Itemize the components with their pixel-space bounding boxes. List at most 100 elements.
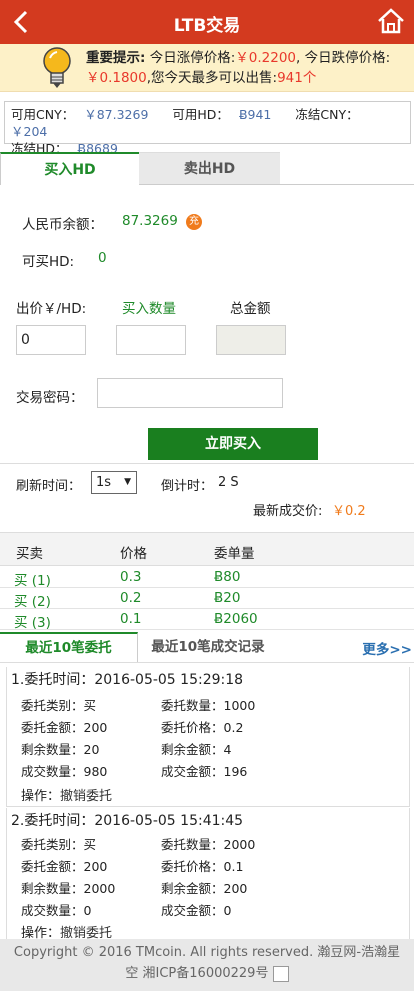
record-price-label: 委托价格： <box>161 720 224 735</box>
available-hd-value: Ƀ941 <box>238 107 272 122</box>
record-deal-qty: 0 <box>83 903 92 918</box>
record-remain-amount-label: 剩余金额： <box>161 742 224 757</box>
refresh-interval-value: 1s <box>96 475 112 490</box>
record-remain-qty-label: 剩余数量： <box>21 742 84 757</box>
rmb-balance-value: 87.3269 <box>122 213 178 229</box>
footer-copyright: Copyright © 2016 TMcoin. All rights rese… <box>13 945 401 981</box>
record-deal-amount: 0 <box>223 903 232 918</box>
tab-buy[interactable]: 买入HD <box>0 152 139 185</box>
frozen-cny-label: 冻结CNY： <box>295 107 359 122</box>
orderbook-header: 买卖 价格 委单量 <box>0 532 414 566</box>
trade-password-input[interactable] <box>97 378 283 408</box>
price-label: 出价￥/HD: <box>16 301 87 317</box>
record-price: 0.1 <box>223 859 244 874</box>
quantity-label: 买入数量 <box>122 301 176 317</box>
record-qty: 2000 <box>223 837 256 852</box>
notice-up-label: 今日涨停价格: <box>149 50 236 66</box>
record-amount-label: 委托金额： <box>21 859 84 874</box>
tab-sell[interactable]: 卖出HD <box>139 152 280 185</box>
dropdown-arrow-icon: ▼ <box>124 477 131 487</box>
notice-down-label: , 今日跌停价格: <box>296 50 391 66</box>
tab-recent-trades[interactable]: 最近10笔成交记录 <box>138 632 278 662</box>
orderbook-side: 买 (2) <box>14 594 51 610</box>
orderbook-amount: Ƀ20 <box>214 590 241 606</box>
total-amount-field <box>216 325 286 355</box>
limit-down-price: ￥0.1800 <box>86 70 147 86</box>
can-buy-value: 0 <box>98 250 107 266</box>
refresh-interval-select[interactable]: 1s ▼ <box>91 471 137 494</box>
notice-text: 重要提示: 今日涨停价格:￥0.2200, 今日跌停价格: ￥0.1800,您今… <box>86 48 408 88</box>
record-remain-qty-label: 剩余数量： <box>21 881 84 896</box>
price-input[interactable]: 0 <box>16 325 86 355</box>
record-remain-amount-label: 剩余金额： <box>161 881 224 896</box>
trade-password-label: 交易密码： <box>16 390 84 406</box>
page-title: LTB交易 <box>173 16 241 36</box>
price-limit-notice: 重要提示: 今日涨停价格:￥0.2200, 今日跌停价格: ￥0.1800,您今… <box>0 44 414 92</box>
record-remain-amount: 4 <box>223 742 232 757</box>
record-type: 买 <box>83 698 97 713</box>
record-type-label: 委托类别： <box>21 698 84 713</box>
tab-recent-orders[interactable]: 最近10笔委托 <box>0 632 138 662</box>
rmb-balance-label: 人民币余额： <box>22 217 103 233</box>
record-deal-amount-label: 成交金额： <box>161 764 224 779</box>
frozen-cny-value: ￥204 <box>11 124 48 139</box>
orderbook-price: 0.3 <box>120 569 142 585</box>
record-deal-qty-label: 成交数量： <box>21 903 84 918</box>
home-icon[interactable] <box>376 6 406 36</box>
order-record: 2.委托时间：2016-05-05 15:41:45 委托类别：买 委托数量：2… <box>6 808 410 941</box>
available-cny-value: ￥87.3269 <box>84 107 149 122</box>
latest-price-label: 最新成交价: <box>253 504 323 519</box>
notice-label: 重要提示: <box>86 50 146 66</box>
record-title: 2.委托时间：2016-05-05 15:41:45 <box>11 813 244 829</box>
refresh-label: 刷新时间： <box>16 479 82 494</box>
recharge-button[interactable]: 充 <box>186 214 202 230</box>
page-footer: Copyright © 2016 TMcoin. All rights rese… <box>0 939 414 991</box>
latest-price-value: ￥0.2 <box>332 504 366 519</box>
countdown-value: 2 S <box>218 475 239 490</box>
section-divider <box>0 463 414 464</box>
record-type-label: 委托类别： <box>21 837 84 852</box>
record-deal-qty-label: 成交数量： <box>21 764 84 779</box>
max-sell-amount: 941个 <box>277 70 317 86</box>
can-buy-label: 可买HD: <box>22 254 75 270</box>
record-remain-amount: 200 <box>223 881 248 896</box>
record-remain-qty: 2000 <box>83 881 116 896</box>
orderbook-amount: Ƀ80 <box>214 569 241 585</box>
account-balances: 可用CNY： ￥87.3269 可用HD： Ƀ941 冻结CNY：￥204 冻结HD… <box>4 101 411 156</box>
record-deal-qty: 980 <box>83 764 108 779</box>
app-header: LTB交易 <box>0 0 414 44</box>
record-qty-label: 委托数量： <box>161 698 224 713</box>
tab-divider <box>139 184 414 185</box>
record-title: 1.委托时间：2016-05-05 15:29:18 <box>11 672 244 688</box>
orderbook-side: 买 (3) <box>14 615 51 631</box>
record-qty: 1000 <box>223 698 256 713</box>
countdown-label: 倒计时： <box>161 479 214 494</box>
orderbook-price: 0.2 <box>120 590 142 606</box>
record-type: 买 <box>83 837 97 852</box>
orderbook-amount: Ƀ2060 <box>214 611 258 627</box>
total-label: 总金额 <box>230 301 271 317</box>
available-cny-label: 可用CNY： <box>11 107 75 122</box>
cancel-order-button[interactable]: 撤销委托 <box>60 789 112 804</box>
record-price-label: 委托价格： <box>161 859 224 874</box>
record-amount: 200 <box>83 720 108 735</box>
orderbook-row: 买 (1) 0.3 Ƀ80 <box>0 567 414 589</box>
orderbook-col-price: 价格 <box>120 546 147 562</box>
record-deal-amount: 196 <box>223 764 248 779</box>
orderbook-row: 买 (3) 0.1 Ƀ2060 <box>0 609 414 631</box>
record-remain-qty: 20 <box>83 742 100 757</box>
quantity-input[interactable] <box>116 325 186 355</box>
available-hd-label: 可用HD： <box>172 107 229 122</box>
trade-tabs: 买入HD 卖出HD <box>0 152 414 185</box>
record-qty-label: 委托数量： <box>161 837 224 852</box>
lightbulb-icon <box>43 47 71 88</box>
record-op-label: 操作： <box>21 789 61 804</box>
buy-now-button[interactable]: 立即买入 <box>148 428 318 460</box>
more-link[interactable]: 更多>> <box>362 638 412 658</box>
record-amount: 200 <box>83 859 108 874</box>
orderbook-price: 0.1 <box>120 611 142 627</box>
record-deal-amount-label: 成交金额： <box>161 903 224 918</box>
orderbook-row: 买 (2) 0.2 Ƀ20 <box>0 588 414 610</box>
order-record: 1.委托时间：2016-05-05 15:29:18 委托类别：买 委托数量：1… <box>6 667 410 807</box>
record-price: 0.2 <box>223 720 244 735</box>
